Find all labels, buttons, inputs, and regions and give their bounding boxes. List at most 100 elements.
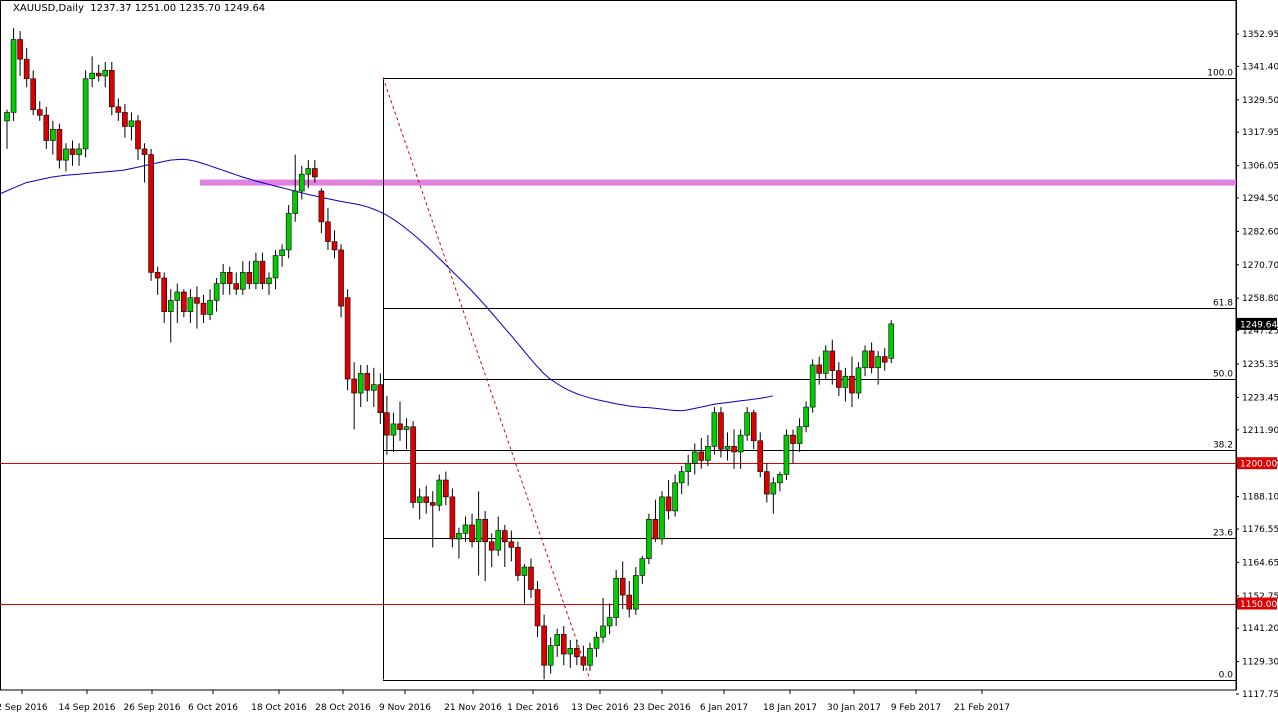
candle[interactable] xyxy=(344,297,351,380)
candle[interactable] xyxy=(298,173,305,192)
candle[interactable] xyxy=(678,471,685,484)
candle[interactable] xyxy=(436,479,443,506)
candle[interactable] xyxy=(744,412,750,436)
candle[interactable] xyxy=(259,260,266,284)
candle[interactable] xyxy=(672,482,678,512)
candle[interactable] xyxy=(836,370,842,388)
candle[interactable] xyxy=(632,575,639,610)
candle[interactable] xyxy=(521,566,528,576)
candle[interactable] xyxy=(475,519,482,543)
candle[interactable] xyxy=(659,496,665,540)
candle[interactable] xyxy=(331,241,338,251)
candle[interactable] xyxy=(809,364,816,408)
candle[interactable] xyxy=(862,350,868,369)
candle[interactable] xyxy=(580,656,587,666)
candle[interactable] xyxy=(148,154,154,273)
candle[interactable] xyxy=(285,213,292,251)
candle[interactable] xyxy=(469,524,475,543)
candle[interactable] xyxy=(462,524,469,534)
candle[interactable] xyxy=(43,114,50,141)
candle[interactable] xyxy=(253,260,259,284)
candle[interactable] xyxy=(115,106,122,113)
candle[interactable] xyxy=(456,533,462,540)
candle[interactable] xyxy=(56,128,63,161)
candle[interactable] xyxy=(207,300,213,315)
candle[interactable] xyxy=(763,471,770,495)
candle[interactable] xyxy=(194,297,200,304)
candle[interactable] xyxy=(652,519,659,540)
candle[interactable] xyxy=(76,148,82,155)
candle[interactable] xyxy=(82,78,89,150)
candle[interactable] xyxy=(757,440,764,472)
candle[interactable] xyxy=(370,384,377,391)
candle[interactable] xyxy=(226,272,233,284)
candle[interactable] xyxy=(69,148,76,155)
candle[interactable] xyxy=(122,112,128,127)
candle[interactable] xyxy=(777,474,783,484)
candle[interactable] xyxy=(881,356,888,363)
resistance-zone[interactable] xyxy=(200,179,1236,186)
candle[interactable] xyxy=(547,645,554,666)
fib-trendline[interactable] xyxy=(382,77,591,680)
candle[interactable] xyxy=(429,502,436,506)
candle[interactable] xyxy=(803,406,809,428)
candle[interactable] xyxy=(338,249,344,307)
candle[interactable] xyxy=(691,451,698,464)
candle[interactable] xyxy=(639,558,646,576)
candle[interactable] xyxy=(790,434,796,444)
candle[interactable] xyxy=(737,434,744,453)
candle[interactable] xyxy=(95,72,102,77)
candle[interactable] xyxy=(246,272,253,284)
candle[interactable] xyxy=(665,496,672,512)
candle[interactable] xyxy=(698,451,705,461)
candle[interactable] xyxy=(724,446,731,450)
candle[interactable] xyxy=(868,350,875,369)
candle[interactable] xyxy=(619,577,626,596)
candle[interactable] xyxy=(220,272,226,284)
candle[interactable] xyxy=(750,412,757,442)
candle[interactable] xyxy=(600,625,606,638)
candle[interactable] xyxy=(508,541,515,548)
candle[interactable] xyxy=(4,112,10,122)
candle[interactable] xyxy=(488,541,495,551)
candle[interactable] xyxy=(587,648,593,666)
candle[interactable] xyxy=(397,423,403,430)
candle[interactable] xyxy=(849,375,855,394)
candle[interactable] xyxy=(89,72,95,80)
candle[interactable] xyxy=(423,496,430,503)
candle[interactable] xyxy=(855,367,862,394)
candle[interactable] xyxy=(541,625,547,666)
candle[interactable] xyxy=(240,272,246,290)
candle[interactable] xyxy=(646,519,652,559)
candle[interactable] xyxy=(567,648,574,655)
candle[interactable] xyxy=(36,109,43,116)
candle[interactable] xyxy=(364,373,371,391)
candle[interactable] xyxy=(266,277,272,284)
candle[interactable] xyxy=(154,272,161,279)
candle[interactable] xyxy=(141,148,148,155)
candle[interactable] xyxy=(384,412,390,436)
candle[interactable] xyxy=(783,434,790,475)
candle[interactable] xyxy=(17,39,23,60)
candle[interactable] xyxy=(305,168,312,175)
candle[interactable] xyxy=(495,530,502,551)
candle[interactable] xyxy=(416,496,423,503)
candle[interactable] xyxy=(135,120,141,150)
candle[interactable] xyxy=(390,423,397,436)
candle[interactable] xyxy=(377,384,384,413)
candle[interactable] xyxy=(770,482,777,495)
candle[interactable] xyxy=(351,378,357,394)
candle[interactable] xyxy=(181,291,187,312)
candle[interactable] xyxy=(816,364,823,374)
candle[interactable] xyxy=(528,566,534,590)
candle[interactable] xyxy=(63,148,69,161)
candle[interactable] xyxy=(534,589,541,627)
candle[interactable] xyxy=(606,617,613,627)
candle[interactable] xyxy=(482,519,488,543)
candle[interactable] xyxy=(731,446,737,453)
candle[interactable] xyxy=(187,297,194,312)
candle[interactable] xyxy=(167,300,174,312)
candle[interactable] xyxy=(272,255,279,279)
candle[interactable] xyxy=(718,412,724,450)
candle[interactable] xyxy=(30,78,37,110)
